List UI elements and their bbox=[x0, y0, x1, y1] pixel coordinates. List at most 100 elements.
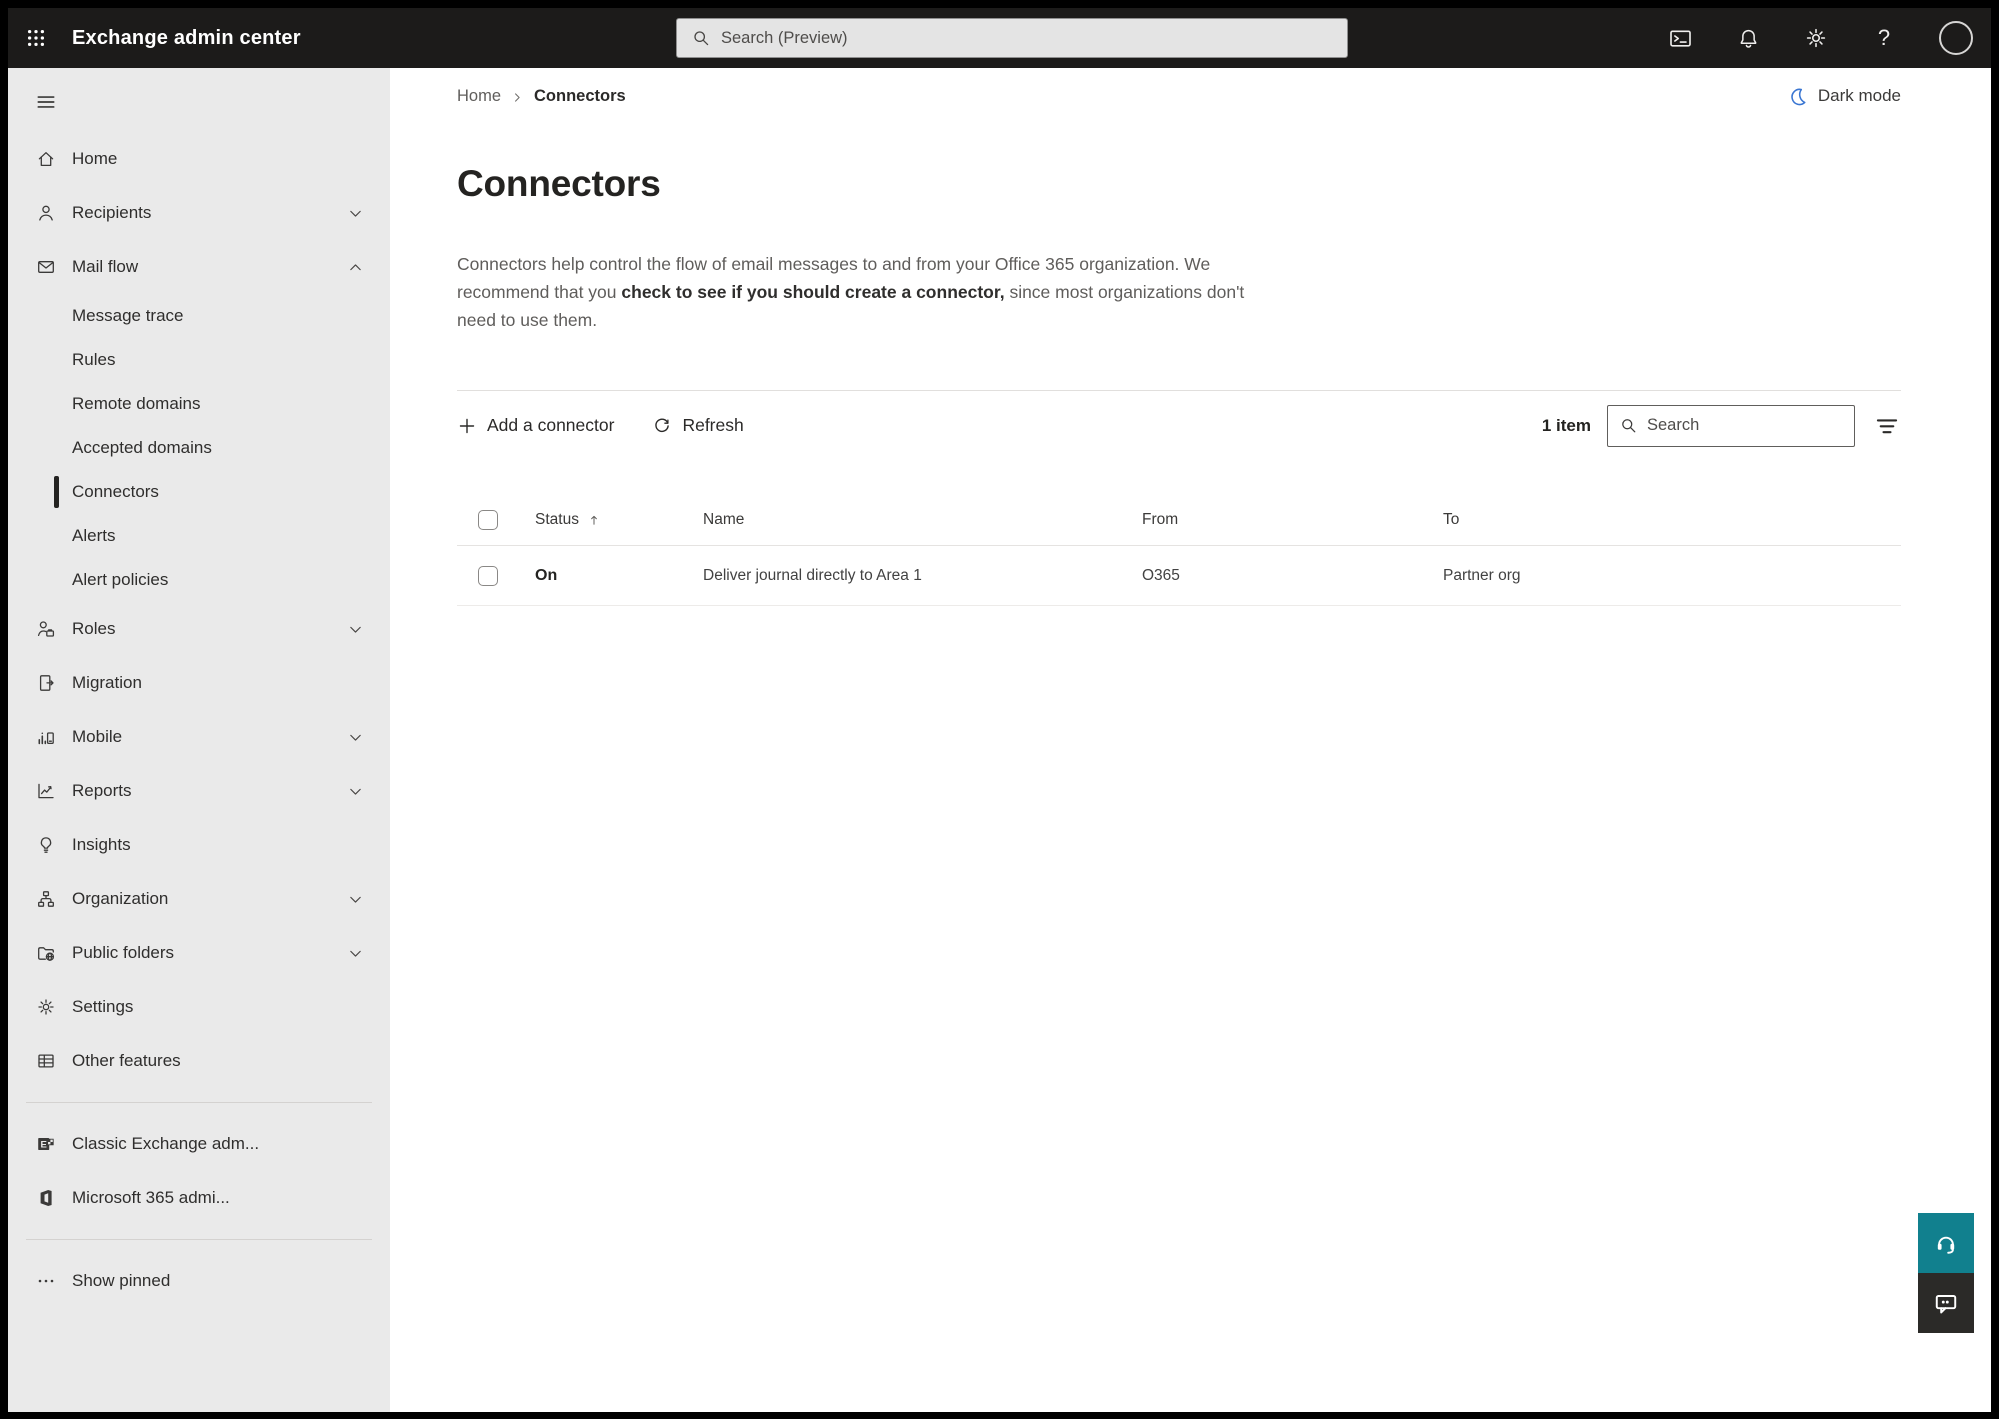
table-icon bbox=[36, 1051, 56, 1071]
sidebar-item-alert-policies[interactable]: Alert policies bbox=[8, 558, 390, 602]
help-button[interactable]: ? bbox=[1871, 25, 1897, 51]
item-count: 1 item bbox=[1541, 415, 1591, 435]
sidebar-item-accepted-domains[interactable]: Accepted domains bbox=[8, 426, 390, 470]
ellipsis-icon bbox=[36, 1271, 56, 1291]
sidebar-item-label: Insights bbox=[72, 835, 131, 854]
cell-to: Partner org bbox=[1443, 566, 1521, 584]
svg-text:E: E bbox=[41, 1140, 47, 1151]
sidebar-item-label: Remote domains bbox=[72, 394, 201, 413]
support-button[interactable] bbox=[1918, 1213, 1974, 1273]
sidebar-item-connectors[interactable]: Connectors bbox=[8, 470, 390, 514]
add-connector-button[interactable]: Add a connector bbox=[457, 415, 614, 436]
sidebar-item-label: Migration bbox=[72, 673, 142, 692]
topbar: Exchange admin center ? bbox=[8, 8, 1991, 68]
account-avatar[interactable] bbox=[1939, 21, 1973, 55]
nav-collapse-button[interactable] bbox=[24, 82, 68, 122]
notifications-button[interactable] bbox=[1735, 25, 1761, 51]
sidebar-item-settings[interactable]: Settings bbox=[8, 980, 390, 1034]
search-icon bbox=[1619, 416, 1638, 435]
sidebar-item-mobile[interactable]: Mobile bbox=[8, 710, 390, 764]
gear-icon bbox=[36, 997, 56, 1017]
sidebar-item-home[interactable]: Home bbox=[8, 132, 390, 186]
list-toolbar: Add a connector Refresh 1 item bbox=[457, 390, 1901, 460]
sidebar-item-label: Rules bbox=[72, 350, 116, 369]
sidebar-item-label: Roles bbox=[72, 619, 116, 638]
reports-icon bbox=[36, 781, 56, 801]
cell-name: Deliver journal directly to Area 1 bbox=[703, 566, 922, 584]
sidebar-item-label: Show pinned bbox=[72, 1271, 171, 1290]
description-emphasis: check to see if you should create a conn… bbox=[621, 282, 1005, 302]
toolbar-right: 1 item bbox=[1541, 404, 1901, 447]
chevron-down-icon bbox=[347, 621, 364, 638]
global-search-box[interactable] bbox=[676, 18, 1348, 58]
chevron-down-icon bbox=[347, 729, 364, 746]
select-all-checkbox[interactable] bbox=[478, 509, 498, 530]
nav-footer-list: E Classic Exchange adm... Microsoft 365 ad… bbox=[8, 1117, 390, 1225]
chat-icon bbox=[1933, 1290, 1959, 1316]
migration-icon bbox=[36, 673, 56, 693]
column-header-status[interactable]: Status bbox=[535, 511, 703, 529]
organization-icon bbox=[36, 889, 56, 909]
column-header-to[interactable]: To bbox=[1443, 511, 1901, 529]
sidebar-item-migration[interactable]: Migration bbox=[8, 656, 390, 710]
nav-list: Home Recipients Mail flow Message trace Rule… bbox=[8, 132, 390, 1088]
refresh-icon bbox=[652, 416, 672, 436]
floating-buttons bbox=[1918, 1213, 1974, 1333]
sidebar-item-organization[interactable]: Organization bbox=[8, 872, 390, 926]
chevron-down-icon bbox=[347, 891, 364, 908]
sidebar-item-show-pinned[interactable]: Show pinned bbox=[8, 1254, 390, 1308]
chevron-up-icon bbox=[347, 259, 364, 276]
column-header-from[interactable]: From bbox=[1142, 511, 1443, 529]
sidebar-item-label: Alerts bbox=[72, 526, 116, 545]
sidebar-item-recipients[interactable]: Recipients bbox=[8, 186, 390, 240]
sidebar-item-rules[interactable]: Rules bbox=[8, 338, 390, 382]
chevron-down-icon bbox=[347, 205, 364, 222]
row-checkbox[interactable] bbox=[478, 565, 498, 586]
insights-icon bbox=[36, 835, 56, 855]
breadcrumb: Home Connectors Dark mode bbox=[457, 86, 1901, 106]
sidebar-item-label: Settings bbox=[72, 997, 134, 1016]
sidebar-item-public-folders[interactable]: Public folders bbox=[8, 926, 390, 980]
exchange-logo-icon: E bbox=[36, 1134, 56, 1154]
sidebar-item-label: Mail flow bbox=[72, 257, 139, 276]
table-row[interactable]: On Deliver journal directly to Area 1 O365… bbox=[457, 546, 1901, 606]
sidebar-item-insights[interactable]: Insights bbox=[8, 818, 390, 872]
gear-icon bbox=[1804, 26, 1828, 50]
sidebar-item-alerts[interactable]: Alerts bbox=[8, 514, 390, 558]
topbar-actions: ? bbox=[1667, 21, 1973, 55]
refresh-button[interactable]: Refresh bbox=[652, 415, 744, 436]
app-launcher-icon bbox=[25, 27, 47, 49]
sidebar-item-remote-domains[interactable]: Remote domains bbox=[8, 382, 390, 426]
breadcrumb-current: Connectors bbox=[534, 86, 626, 105]
sidebar-item-label: Home bbox=[72, 149, 118, 168]
dark-mode-toggle[interactable]: Dark mode bbox=[1787, 86, 1901, 107]
sidebar-item-roles[interactable]: Roles bbox=[8, 602, 390, 656]
breadcrumb-home-link[interactable]: Home bbox=[457, 87, 501, 106]
app-launcher-button[interactable] bbox=[8, 8, 64, 68]
add-connector-label: Add a connector bbox=[487, 415, 615, 435]
main-content: Home Connectors Dark mode Connectors Con… bbox=[390, 68, 1991, 1412]
feedback-button[interactable] bbox=[1918, 1273, 1974, 1333]
sidebar-item-reports[interactable]: Reports bbox=[8, 764, 390, 818]
sidebar: Home Recipients Mail flow Message trace Rule… bbox=[8, 68, 390, 1412]
refresh-label: Refresh bbox=[682, 415, 744, 435]
filter-button[interactable] bbox=[1873, 412, 1901, 440]
chevron-down-icon bbox=[347, 945, 364, 962]
sidebar-item-mail-flow[interactable]: Mail flow bbox=[8, 240, 390, 294]
help-icon: ? bbox=[1877, 25, 1891, 50]
global-search-input[interactable] bbox=[721, 28, 1333, 48]
sidebar-item-label: Other features bbox=[72, 1051, 181, 1070]
column-header-name[interactable]: Name bbox=[703, 511, 1142, 529]
public-folders-icon bbox=[36, 943, 56, 963]
settings-button[interactable] bbox=[1803, 25, 1829, 51]
sidebar-item-microsoft-365-admi[interactable]: Microsoft 365 admi... bbox=[8, 1171, 390, 1225]
sidebar-item-classic-exchange-adm[interactable]: E Classic Exchange adm... bbox=[8, 1117, 390, 1171]
powershell-button[interactable] bbox=[1667, 25, 1693, 51]
page-title: Connectors bbox=[457, 163, 661, 204]
list-search-input[interactable] bbox=[1647, 416, 1843, 435]
mobile-icon bbox=[36, 727, 56, 747]
sidebar-item-other-features[interactable]: Other features bbox=[8, 1034, 390, 1088]
sidebar-item-label: Accepted domains bbox=[72, 438, 212, 457]
sidebar-item-message-trace[interactable]: Message trace bbox=[8, 294, 390, 338]
list-search-box[interactable] bbox=[1607, 404, 1855, 447]
